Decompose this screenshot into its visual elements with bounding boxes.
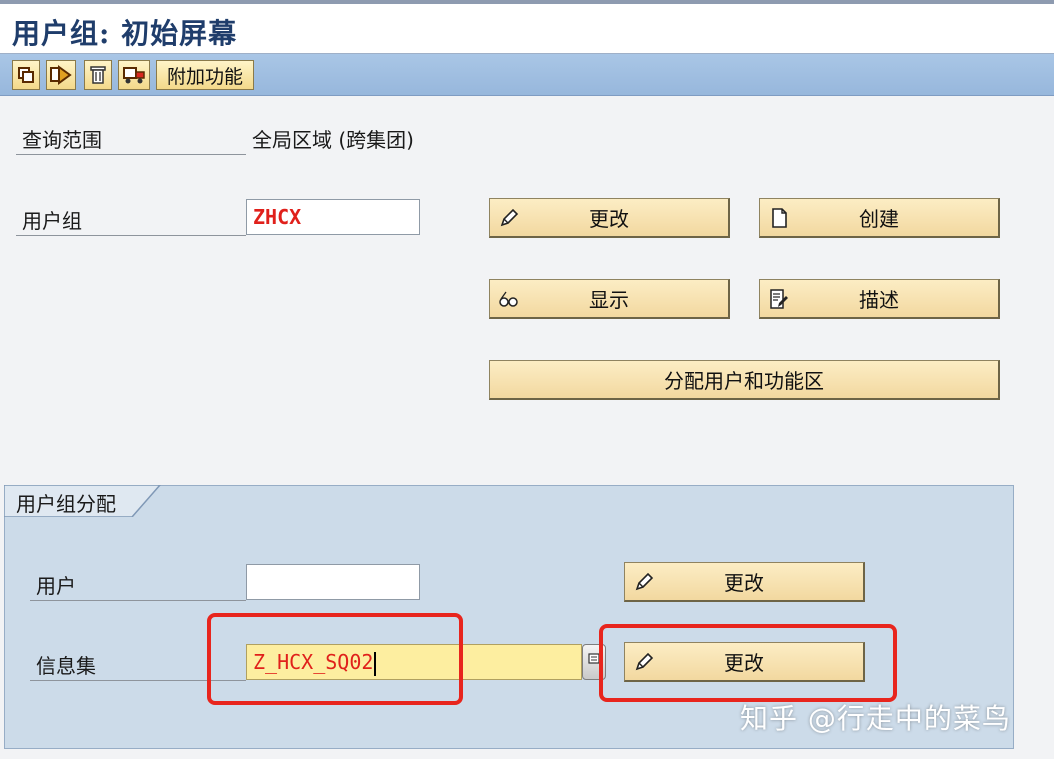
assign-users-label: 分配用户和功能区 xyxy=(664,369,824,393)
copy-icon xyxy=(18,67,34,83)
change-user-button[interactable]: 更改 xyxy=(624,562,865,602)
change-button-label: 更改 xyxy=(589,207,629,231)
change-button[interactable]: 更改 xyxy=(489,198,730,238)
title-bar: 用户组: 初始屏幕 xyxy=(0,0,1054,54)
glasses-icon xyxy=(499,291,518,307)
document-edit-icon xyxy=(770,289,788,309)
describe-button-label: 描述 xyxy=(859,288,899,312)
user-input[interactable] xyxy=(246,564,420,600)
watermark: 知乎 @行走中的菜鸟 xyxy=(740,702,1011,735)
describe-button[interactable]: 描述 xyxy=(759,279,1000,319)
change-user-label: 更改 xyxy=(724,571,764,595)
application-toolbar: 附加功能 xyxy=(0,54,1054,96)
pencil-icon xyxy=(635,572,654,591)
display-button-label: 显示 xyxy=(589,288,629,312)
create-button-label: 创建 xyxy=(859,207,899,231)
page-title: 用户组: 初始屏幕 xyxy=(12,17,238,50)
group-tab-label: 用户组分配 xyxy=(16,492,116,516)
label-underline xyxy=(30,600,246,601)
label-underline xyxy=(16,235,246,236)
query-scope-label: 查询范围 xyxy=(22,128,102,152)
create-button[interactable]: 创建 xyxy=(759,198,1000,238)
highlight-box-change xyxy=(599,624,897,702)
transport-button[interactable] xyxy=(118,60,150,90)
user-label: 用户 xyxy=(36,574,76,598)
delete-icon xyxy=(90,66,106,84)
copy-button[interactable] xyxy=(12,60,40,90)
label-underline xyxy=(16,154,246,155)
user-group-label: 用户组 xyxy=(22,209,82,233)
delete-button[interactable] xyxy=(84,60,112,90)
transfer-button[interactable] xyxy=(46,60,76,90)
display-button[interactable]: 显示 xyxy=(489,279,730,319)
user-group-input[interactable]: ZHCX xyxy=(246,199,420,235)
extras-label: 附加功能 xyxy=(167,65,244,88)
assign-users-button[interactable]: 分配用户和功能区 xyxy=(489,360,1000,400)
new-document-icon xyxy=(772,208,787,228)
query-scope-value: 全局区域 (跨集团) xyxy=(252,128,414,152)
transfer-icon xyxy=(50,65,72,85)
extras-menu-button[interactable]: 附加功能 xyxy=(156,60,255,90)
transport-icon xyxy=(123,67,145,84)
highlight-box-infoset xyxy=(207,613,463,705)
infoset-label: 信息集 xyxy=(36,654,96,678)
pencil-icon xyxy=(500,208,519,227)
